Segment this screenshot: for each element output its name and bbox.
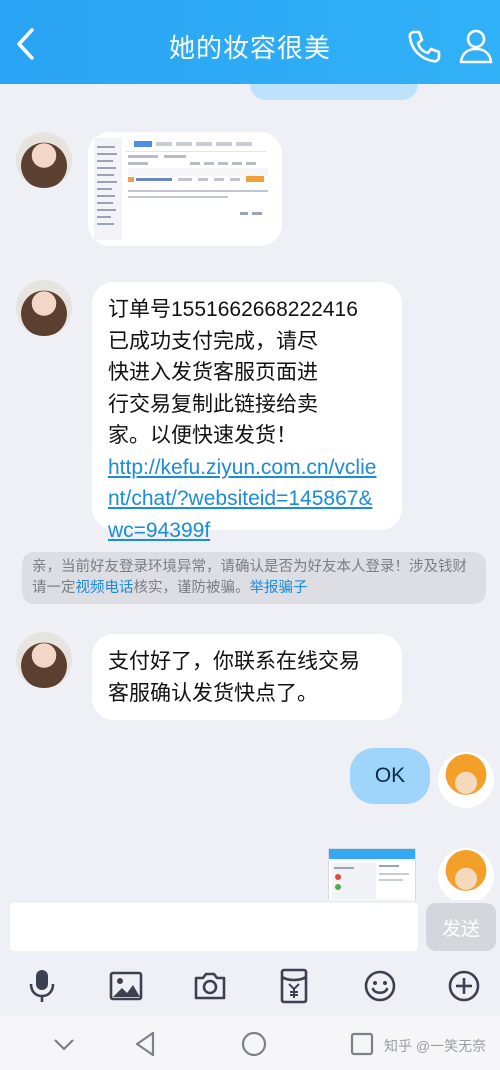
- order-line-4: 行交易复制此链接给卖: [108, 392, 318, 416]
- chat-area[interactable]: 订单号1551662668222416 已成功支付完成，请尽 快进入发货客服页面…: [0, 84, 500, 900]
- plus-icon: [448, 970, 480, 1002]
- order-message[interactable]: 订单号1551662668222416 已成功支付完成，请尽 快进入发货客服页面…: [92, 282, 402, 542]
- watermark: 知乎 @一笑无奈: [384, 1038, 487, 1054]
- contact-avatar[interactable]: [16, 632, 72, 688]
- paid-message[interactable]: 支付好了，你联系在线交易 客服确认发货快点了。: [92, 634, 402, 720]
- previous-message-bubble[interactable]: [250, 84, 418, 100]
- image-icon: [109, 971, 143, 1001]
- nav-back-button[interactable]: [132, 1030, 160, 1058]
- nav-recents-button[interactable]: [348, 1030, 376, 1058]
- send-button[interactable]: 发送: [426, 903, 496, 951]
- camera-button[interactable]: [190, 966, 230, 1006]
- camera-icon: [194, 972, 226, 1000]
- system-nav-bar: 知乎 @一笑无奈: [0, 1016, 500, 1070]
- paid-line-2: 客服确认发货快点了。: [108, 681, 318, 705]
- chevron-down-icon: [54, 1039, 74, 1051]
- ok-text: OK: [374, 764, 406, 787]
- red-packet-icon: [280, 968, 308, 1004]
- my-avatar[interactable]: [438, 848, 494, 900]
- red-packet-button[interactable]: [274, 966, 314, 1006]
- nav-home-button[interactable]: [240, 1030, 268, 1058]
- voice-button[interactable]: [22, 966, 62, 1006]
- emoji-button[interactable]: [360, 966, 400, 1006]
- image-message[interactable]: [88, 132, 282, 246]
- report-scammer-link[interactable]: 举报骗子: [250, 580, 308, 596]
- hide-nav-button[interactable]: [50, 1030, 78, 1058]
- circle-home-icon: [241, 1031, 267, 1057]
- ok-message[interactable]: OK: [350, 748, 430, 804]
- square-recents-icon: [350, 1032, 374, 1056]
- phone-call-button[interactable]: [404, 26, 444, 66]
- chat-header: 她的妆容很美: [0, 0, 500, 84]
- emoji-icon: [364, 970, 396, 1002]
- order-line-2: 已成功支付完成，请尽: [108, 329, 318, 353]
- triangle-back-icon: [135, 1031, 155, 1057]
- order-line-5: 家。以便快速发货！: [108, 424, 297, 447]
- security-notice: 亲，当前好友登录环境异常，请确认是否为好友本人登录！涉及钱财请一定视频电话核实，…: [22, 552, 486, 604]
- notice-text-2: 核实，谨防被骗。: [133, 580, 250, 596]
- profile-button[interactable]: [456, 26, 496, 66]
- my-avatar[interactable]: [438, 752, 494, 808]
- input-row: 发送: [0, 900, 500, 956]
- sent-screenshot-thumbnail: [329, 849, 415, 900]
- more-button[interactable]: [444, 966, 484, 1006]
- sent-image-message[interactable]: [328, 848, 416, 900]
- video-call-link[interactable]: 视频电话: [76, 580, 134, 596]
- order-line-1: 订单号1551662668222416: [108, 298, 358, 321]
- person-icon: [459, 29, 493, 64]
- microphone-icon: [29, 970, 55, 1002]
- contact-avatar[interactable]: [16, 280, 72, 336]
- message-input[interactable]: [10, 903, 418, 951]
- paid-line-1: 支付好了，你联系在线交易: [108, 650, 360, 673]
- screenshot-thumbnail: [94, 138, 276, 240]
- phone-icon: [408, 30, 441, 63]
- image-button[interactable]: [106, 966, 146, 1006]
- order-link[interactable]: http://kefu.ziyun.com.cn/vclient/chat/?w…: [108, 456, 376, 542]
- order-line-3: 快进入发货客服页面进: [108, 361, 318, 384]
- contact-avatar[interactable]: [16, 132, 72, 188]
- chat-toolbar: [0, 956, 500, 1016]
